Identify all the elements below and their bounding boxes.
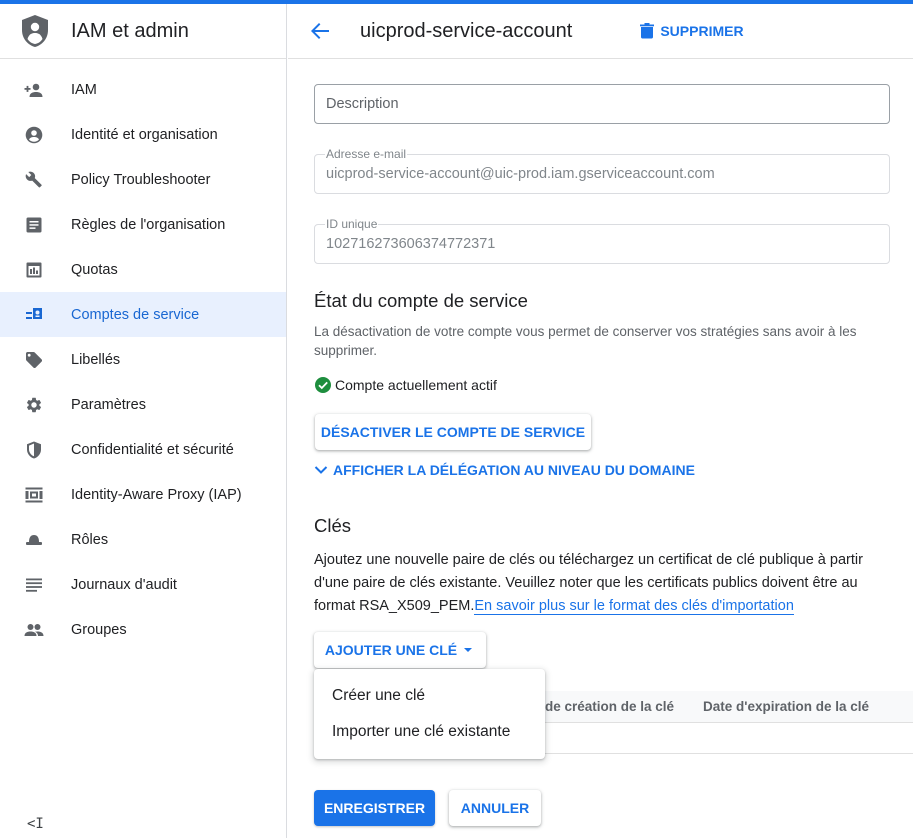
- group-icon: [24, 620, 44, 640]
- back-arrow-icon[interactable]: [308, 19, 332, 43]
- document-icon: [24, 215, 44, 235]
- sidebar-nav: IAM Identité et organisation Policy Trou…: [0, 67, 286, 652]
- add-key-menu: Créer une clé Importer une clé existante: [314, 669, 545, 759]
- quota-icon: [24, 260, 44, 280]
- save-button[interactable]: ENREGISTRER: [314, 790, 435, 826]
- sidebar-item-label: Confidentialité et sécurité: [71, 441, 234, 458]
- page-header: uicprod-service-account SUPPRIMER: [288, 4, 913, 59]
- check-circle-icon: [315, 377, 331, 393]
- delete-button[interactable]: SUPPRIMER: [640, 23, 744, 39]
- gear-icon: [24, 395, 44, 415]
- menu-item-import-key[interactable]: Importer une clé existante: [314, 714, 545, 750]
- menu-item-create-key[interactable]: Créer une clé: [314, 678, 545, 714]
- email-field-label: Adresse e-mail: [325, 147, 408, 161]
- dropdown-caret-icon: [464, 648, 473, 652]
- show-domain-delegation-toggle[interactable]: AFFICHER LA DÉLÉGATION AU NIVEAU DU DOMA…: [314, 462, 695, 478]
- sidebar-item-label: Quotas: [71, 261, 118, 278]
- sidebar-item-label: Règles de l'organisation: [71, 216, 226, 233]
- unique-id-value: 102716273606374772371: [326, 236, 496, 252]
- keys-section-heading: Clés: [314, 515, 352, 536]
- sidebar-item-identity-organisation[interactable]: Identité et organisation: [0, 112, 286, 157]
- sidebar-item-quotas[interactable]: Quotas: [0, 247, 286, 292]
- chevron-down-icon: [314, 466, 328, 474]
- app-title: IAM et admin: [71, 19, 189, 42]
- sidebar-item-iam[interactable]: IAM: [0, 67, 286, 112]
- disable-service-account-button[interactable]: DÉSACTIVER LE COMPTE DE SERVICE: [315, 414, 591, 450]
- sidebar-item-label: Comptes de service: [71, 306, 200, 323]
- sidebar-item-label: Identité et organisation: [71, 126, 218, 143]
- iap-icon: [24, 485, 44, 505]
- sidebar-item-privacy-security[interactable]: Confidentialité et sécurité: [0, 427, 286, 472]
- shield-icon: [24, 440, 44, 460]
- add-key-button[interactable]: AJOUTER UNE CLÉ: [314, 632, 486, 668]
- trash-icon: [640, 23, 655, 39]
- sidebar-item-label: Policy Troubleshooter: [71, 171, 211, 188]
- delete-label: SUPPRIMER: [660, 23, 744, 39]
- person-add-icon: [24, 80, 44, 100]
- sidebar-item-label: Paramètres: [71, 396, 146, 413]
- list-lines-icon: [24, 575, 44, 595]
- wrench-icon: [24, 170, 44, 190]
- sidebar-item-roles[interactable]: Rôles: [0, 517, 286, 562]
- column-header-creation-date: de création de la clé: [545, 699, 675, 714]
- keys-section-description: Ajoutez une nouvelle paire de clés ou té…: [314, 549, 894, 618]
- sidebar-item-label: Libellés: [71, 351, 121, 368]
- column-header-expiration-date: Date d'expiration de la clé: [703, 699, 870, 714]
- sidebar-item-label: Identity-Aware Proxy (IAP): [71, 486, 242, 503]
- sidebar-header: IAM et admin: [0, 4, 286, 59]
- show-domain-delegation-label: AFFICHER LA DÉLÉGATION AU NIVEAU DU DOMA…: [333, 462, 695, 478]
- status-section-description: La désactivation de votre compte vous pe…: [314, 324, 857, 358]
- sidebar-item-service-accounts[interactable]: Comptes de service: [0, 292, 286, 337]
- add-key-label: AJOUTER UNE CLÉ: [324, 642, 458, 658]
- collapse-sidebar-button[interactable]: <I: [27, 816, 44, 832]
- sidebar-item-organisation-rules[interactable]: Règles de l'organisation: [0, 202, 286, 247]
- description-input[interactable]: Description: [314, 84, 890, 124]
- account-circle-icon: [24, 125, 44, 145]
- sidebar-item-groups[interactable]: Groupes: [0, 607, 286, 652]
- description-placeholder: Description: [326, 96, 399, 112]
- iam-shield-logo-icon: [20, 14, 50, 48]
- sidebar-item-iap[interactable]: Identity-Aware Proxy (IAP): [0, 472, 286, 517]
- unique-id-label: ID unique: [325, 217, 379, 231]
- email-field: Adresse e-mail uicprod-service-account@u…: [314, 147, 890, 194]
- sidebar-item-audit-logs[interactable]: Journaux d'audit: [0, 562, 286, 607]
- page-title: uicprod-service-account: [360, 19, 573, 42]
- account-status: Compte actuellement actif: [315, 377, 497, 393]
- status-text: Compte actuellement actif: [335, 377, 497, 393]
- sidebar: IAM et admin IAM Identité et organisatio…: [0, 4, 287, 838]
- sidebar-item-label: Journaux d'audit: [71, 576, 177, 593]
- import-key-format-link[interactable]: En savoir plus sur le format des clés d'…: [474, 598, 794, 615]
- roles-hat-icon: [24, 530, 44, 550]
- cancel-button[interactable]: ANNULER: [449, 790, 541, 826]
- sidebar-item-settings[interactable]: Paramètres: [0, 382, 286, 427]
- service-account-icon: [24, 305, 44, 325]
- sidebar-item-label: Rôles: [71, 531, 109, 548]
- sidebar-item-label: IAM: [71, 81, 97, 98]
- unique-id-field: ID unique 102716273606374772371: [314, 217, 890, 264]
- sidebar-item-label: Groupes: [71, 621, 127, 638]
- tag-icon: [24, 350, 44, 370]
- status-section-heading: État du compte de service: [314, 290, 528, 311]
- sidebar-item-policy-troubleshooter[interactable]: Policy Troubleshooter: [0, 157, 286, 202]
- sidebar-item-labels[interactable]: Libellés: [0, 337, 286, 382]
- email-field-value: uicprod-service-account@uic-prod.iam.gse…: [326, 166, 715, 182]
